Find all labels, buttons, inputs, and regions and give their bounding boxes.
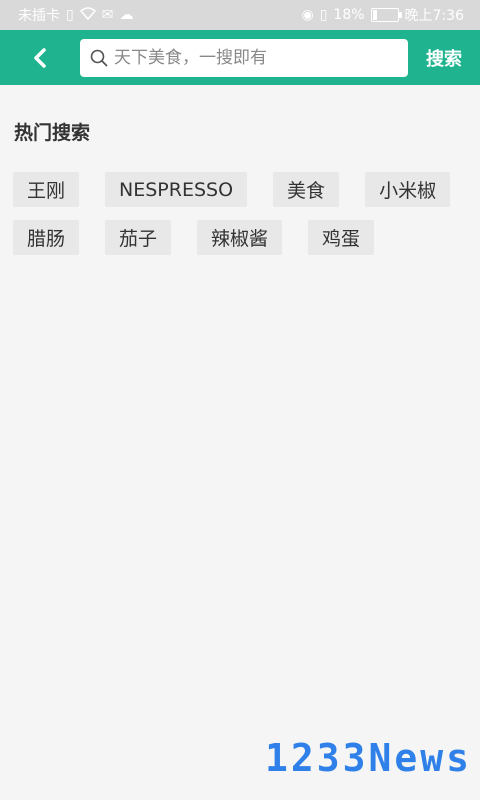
status-bar-right: ◉ ▯ 18% 晚上7:36 — [301, 5, 464, 25]
search-box[interactable] — [80, 38, 408, 77]
hot-search-tag[interactable]: 小米椒 — [365, 172, 451, 207]
search-icon — [90, 49, 108, 66]
app-bar: 搜索 — [0, 30, 480, 85]
watermark-logo: 1233News — [264, 736, 472, 780]
hot-search-tag[interactable]: NESPRESSO — [105, 172, 248, 207]
search-input[interactable] — [114, 47, 394, 68]
hot-search-tag[interactable]: 王刚 — [13, 172, 80, 207]
status-bar: 未插卡 ▯ ✉ ☁ ◉ ▯ 18% 晚上7:36 — [0, 0, 480, 30]
hot-search-title: 热门搜索 — [14, 122, 91, 144]
hot-search-tag[interactable]: 茄子 — [105, 220, 172, 255]
battery-percent: 18% — [333, 7, 365, 23]
hot-search-tags: 王刚 NESPRESSO 美食 小米椒 腊肠 茄子 辣椒酱 鸡蛋 — [13, 172, 453, 255]
status-bar-left: 未插卡 ▯ ✉ ☁ — [18, 5, 133, 25]
message-icon: ✉ — [101, 7, 114, 23]
hot-search-tag[interactable]: 鸡蛋 — [308, 220, 375, 255]
chevron-left-icon — [34, 47, 46, 68]
hot-search-tag[interactable]: 腊肠 — [13, 220, 80, 255]
carrier-label: 未插卡 — [18, 8, 60, 24]
battery-icon — [370, 8, 402, 22]
cloud-icon: ☁ — [119, 7, 134, 23]
search-button[interactable]: 搜索 — [408, 45, 480, 71]
hot-search-tag[interactable]: 美食 — [273, 172, 340, 207]
wifi-icon — [79, 7, 96, 23]
back-button[interactable] — [0, 30, 80, 85]
sim-icon: ▯ — [66, 7, 74, 23]
eye-icon: ◉ — [301, 7, 314, 23]
vibrate-icon: ▯ — [319, 7, 328, 23]
hot-search-tag[interactable]: 辣椒酱 — [197, 220, 283, 255]
clock: 晚上7:36 — [404, 8, 464, 24]
battery-fill — [372, 10, 378, 20]
